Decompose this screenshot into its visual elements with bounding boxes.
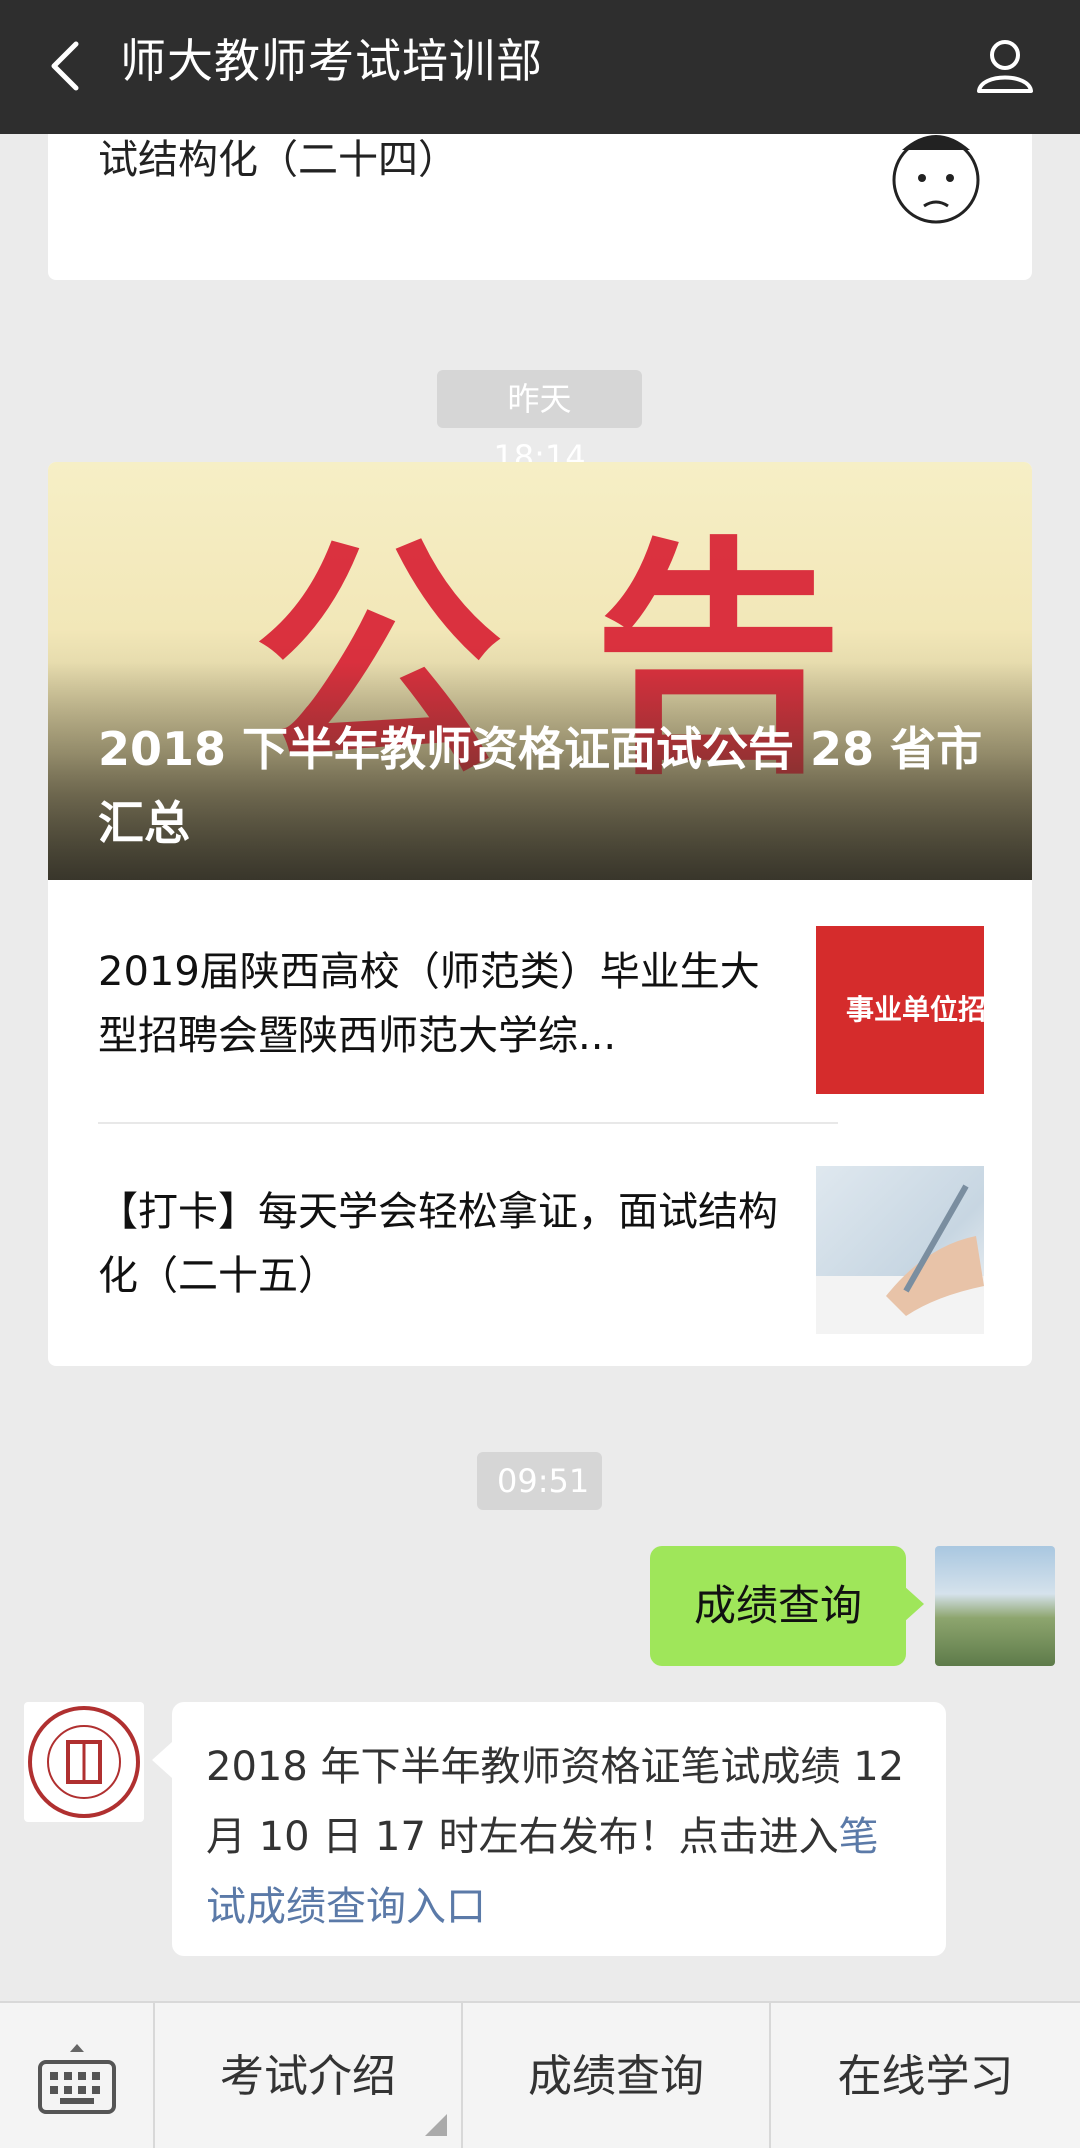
chat-title: 师大教师考试培训部 — [120, 34, 543, 88]
hero-article[interactable]: 公 告 2018 下半年教师资格证面试公告 28 省市汇总 — [48, 462, 1032, 880]
menu-label: 在线学习 — [837, 2051, 1014, 2102]
keyboard-toggle[interactable] — [0, 2003, 155, 2148]
menu-item-score-query[interactable]: 成绩查询 — [463, 2003, 771, 2148]
article-title: 【打卡】每天学会轻松拿证，面试结构化（二十五） — [98, 1189, 778, 1299]
reply-text: 2018 年下半年教师资格证笔试成绩 12 月 10 日 17 时左右发布！点击… — [206, 1744, 905, 1860]
menu-item-exam-intro[interactable]: 考试介绍 — [155, 2003, 463, 2148]
article-thumbnail — [816, 1166, 984, 1334]
my-message-bubble[interactable]: 成绩查询 — [650, 1546, 924, 1666]
article-title: 2019届陕西高校（师范类）毕业生大型招聘会暨陕西师范大学综... — [98, 949, 760, 1059]
hero-article-title: 2018 下半年教师资格证面试公告 28 省市汇总 — [98, 722, 983, 850]
previous-article-thumbnail — [816, 120, 984, 280]
my-avatar[interactable] — [935, 1546, 1055, 1666]
top-bar: 师大教师考试培训部 — [0, 0, 1080, 134]
back-icon[interactable] — [36, 36, 96, 96]
thumbnail-label: 事业单位招 — [846, 993, 984, 1026]
menu-label: 成绩查询 — [528, 2051, 704, 2102]
timestamp: 昨天 18:14 — [437, 370, 642, 476]
profile-icon[interactable] — [970, 30, 1040, 100]
article-thumbnail: 事业单位招 — [816, 926, 984, 1094]
timestamp: 09:51 — [477, 1452, 602, 1510]
bottom-menu-bar: 考试介绍 成绩查询 在线学习 — [0, 2001, 1080, 2148]
account-avatar[interactable] — [24, 1702, 144, 1822]
menu-label: 考试介绍 — [220, 2051, 396, 2102]
submenu-indicator-icon — [425, 2114, 447, 2136]
article-list-item[interactable]: 【打卡】每天学会轻松拿证，面试结构化（二十五） — [98, 1120, 984, 1340]
keyboard-icon — [37, 2043, 116, 2114]
reply-message-bubble: 2018 年下半年教师资格证笔试成绩 12 月 10 日 17 时左右发布！点击… — [152, 1702, 946, 1956]
menu-item-online-study[interactable]: 在线学习 — [771, 2003, 1080, 2148]
article-list-item[interactable]: 2019届陕西高校（师范类）毕业生大型招聘会暨陕西师范大学综... 事业单位招 — [98, 880, 984, 1100]
article-group-card: 公 告 2018 下半年教师资格证面试公告 28 省市汇总 2019届陕西高校（… — [48, 462, 1032, 1366]
previous-article-title: 试结构化（二十四） — [98, 137, 458, 183]
